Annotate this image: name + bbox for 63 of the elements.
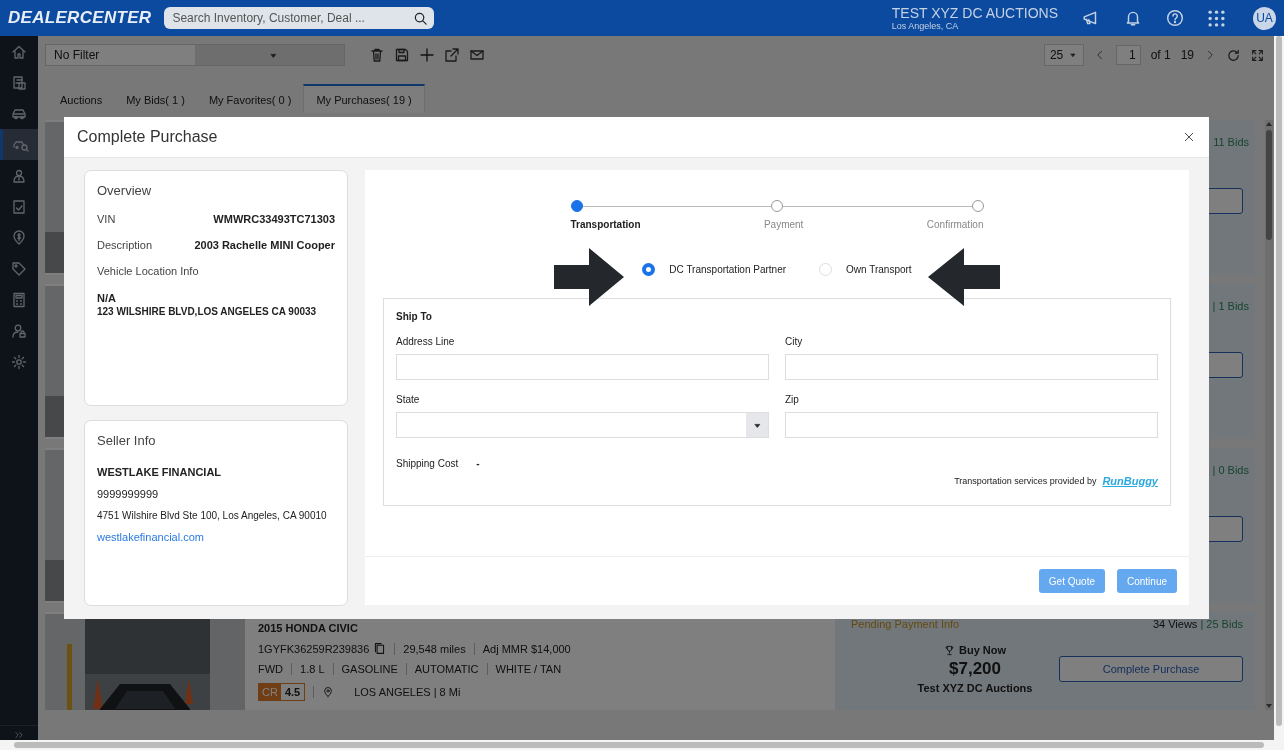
- dealer-name[interactable]: TEST XYZ DC AUCTIONS: [891, 5, 1058, 21]
- views-count: 34 Views: [1152, 618, 1198, 630]
- field-label: City: [785, 336, 804, 347]
- filter-dropdown[interactable]: No Filter: [45, 44, 345, 66]
- total-count: 19: [1180, 48, 1194, 62]
- tab[interactable]: Auctions: [48, 84, 115, 113]
- dealer-location: Los Angeles, CA: [891, 21, 960, 31]
- field-label: Zip: [785, 394, 800, 405]
- section-heading: Ship To: [396, 311, 433, 322]
- spec-text: 29,548 miles: [394, 642, 474, 655]
- field-label: VIN: [97, 213, 116, 225]
- field-value: WMWRC33493TC71303: [213, 213, 335, 225]
- bid-count: | 25 Bids: [1200, 618, 1243, 630]
- bid-count: | 0 Bids: [1212, 464, 1249, 476]
- spec-text: FWD: [258, 663, 285, 675]
- spec-text: Adj MMR $14,000: [473, 642, 579, 655]
- location-address: 123 WILSHIRE BLVD,LOS ANGELES CA 90033: [97, 306, 318, 317]
- website-link[interactable]: westlakefinancial.com: [97, 531, 335, 543]
- page-size-dropdown[interactable]: 25: [1043, 44, 1084, 66]
- radio-label[interactable]: DC Transportation Partner: [669, 263, 787, 275]
- vin-text: 1GYFK36259R239836: [258, 642, 370, 655]
- location-text: LOS ANGELES | 8 Mi: [353, 686, 461, 698]
- user-avatar[interactable]: UA: [1253, 6, 1276, 30]
- seller-address: 4751 Wilshire Blvd Ste 100, Los Angeles, CA 90010: [97, 510, 328, 521]
- condition-badge: CR 4.5: [258, 683, 306, 701]
- step-label: Confirmation: [926, 219, 984, 230]
- spec-text: GASOLINE: [332, 663, 406, 675]
- field-label: Description: [97, 239, 153, 251]
- spec-text: AUTOMATIC: [405, 663, 487, 675]
- vehicle-title[interactable]: 2015 HONDA CIVIC: [258, 622, 822, 634]
- price: $7,200: [949, 659, 1001, 679]
- complete-purchase-button[interactable]: Complete Purchase: [1059, 656, 1243, 682]
- modal-title: Complete Purchase: [77, 128, 218, 146]
- location-name: N/A: [97, 292, 117, 304]
- step-label: Transportation: [570, 219, 641, 230]
- seller-phone: 9999999999: [97, 488, 160, 500]
- tab[interactable]: My Purchases( 19 ): [303, 84, 425, 113]
- tab[interactable]: My Favorites( 0 ): [196, 84, 304, 113]
- tab[interactable]: My Bids( 1 ): [114, 84, 197, 113]
- provider-text: Transportation services provided by: [954, 476, 1097, 486]
- bid-count: 11 Bids: [1213, 136, 1249, 148]
- sale-type: Buy Now: [958, 644, 1007, 656]
- field-label: Address Line: [396, 336, 456, 347]
- field-label: Vehicle Location Info: [97, 265, 200, 277]
- provider-logo[interactable]: RunBuggy: [1102, 475, 1158, 487]
- bid-count: | 1 Bids: [1212, 300, 1249, 312]
- card-heading: Seller Info: [97, 433, 157, 448]
- page-count: of 1: [1150, 48, 1171, 62]
- step-label: Payment: [763, 219, 804, 230]
- field-label: Shipping Cost: [396, 458, 459, 469]
- spec-text: 1.8 L: [291, 663, 333, 675]
- field-value: 2003 Rachelle MINI Cooper: [194, 239, 335, 251]
- spec-text: WHITE / TAN: [486, 663, 570, 675]
- seller-name: WESTLAKE FINANCIAL: [97, 466, 223, 478]
- field-label: State: [396, 394, 421, 405]
- logo[interactable]: DEALERCENTER: [8, 8, 152, 28]
- page-number-field[interactable]: 1: [1115, 45, 1141, 65]
- radio-label[interactable]: Own Transport: [846, 263, 912, 275]
- field-value: -: [476, 458, 480, 469]
- search-field[interactable]: Search Inventory, Customer, Deal ...: [164, 7, 435, 29]
- status-text: Pending Payment Info: [851, 618, 960, 630]
- card-heading: Overview: [97, 183, 153, 198]
- auction-name: Test XYZ DC Auctions: [917, 682, 1033, 694]
